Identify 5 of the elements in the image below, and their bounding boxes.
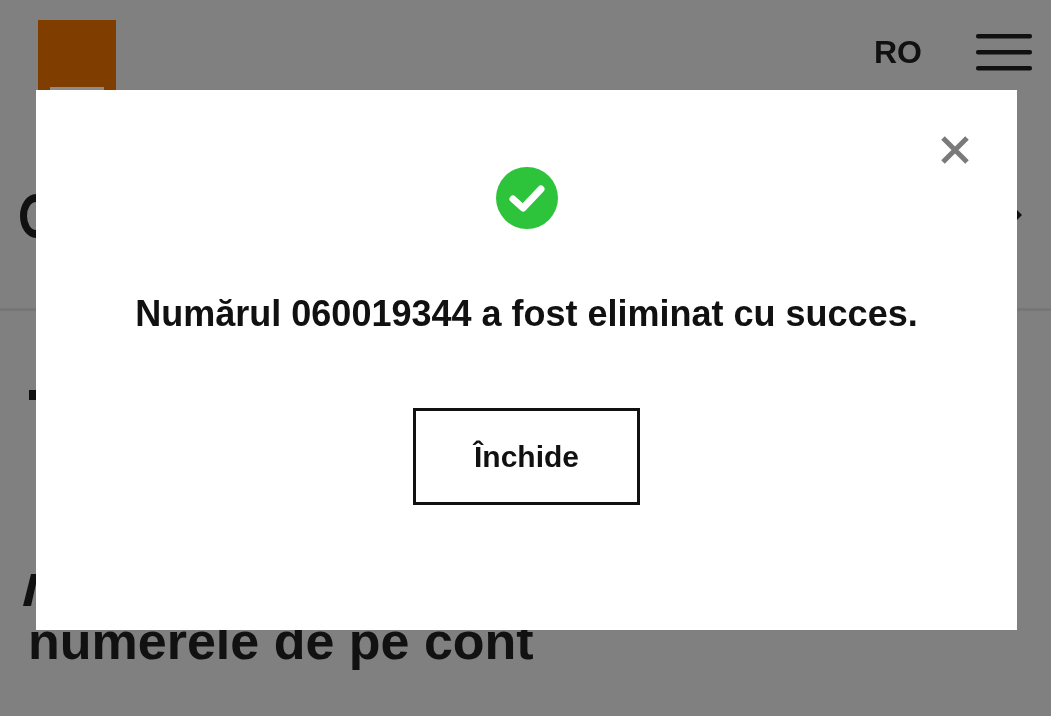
close-button[interactable]: Închide	[413, 408, 640, 505]
dialog-message: Numărul 060019344 a fost eliminat cu succes.	[134, 292, 919, 336]
menu-icon[interactable]	[976, 32, 1032, 72]
language-link[interactable]: RO	[874, 33, 922, 71]
close-icon[interactable]	[939, 134, 971, 166]
